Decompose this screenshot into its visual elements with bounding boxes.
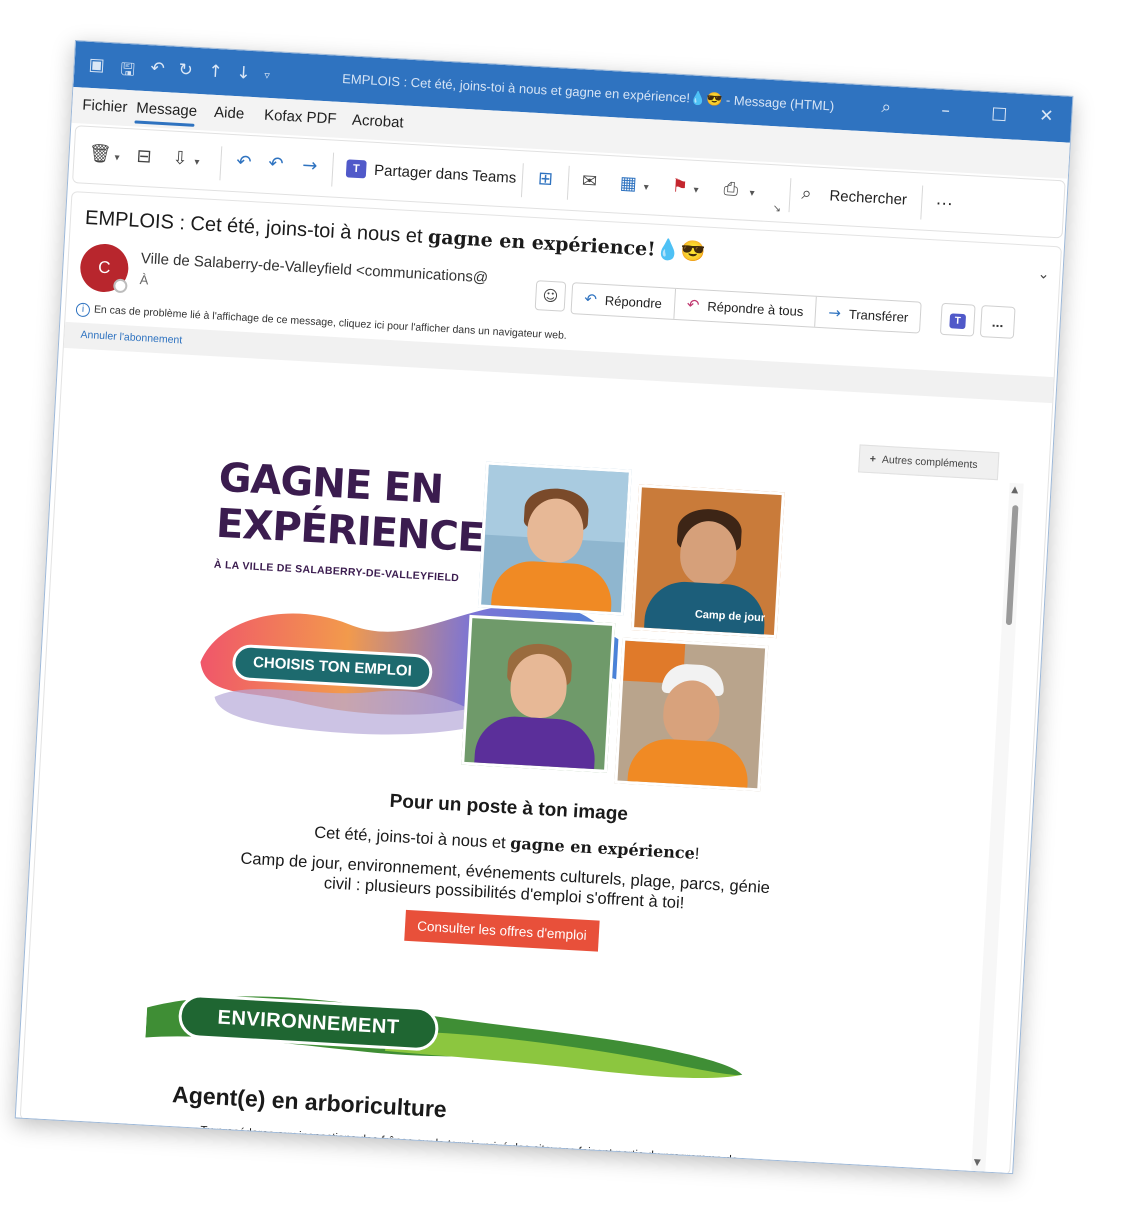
- smiley-icon: ☺: [542, 286, 559, 306]
- redo-icon[interactable]: ↻: [178, 60, 193, 81]
- message-actions: ↶ Répondre ↶ Répondre à tous → Transférer: [570, 282, 923, 334]
- undo-icon[interactable]: ↶: [150, 58, 165, 79]
- reply-icon[interactable]: ↶: [236, 151, 252, 173]
- teams-icon: T: [345, 159, 367, 179]
- environment-banner: ENVIRONNEMENT: [144, 978, 748, 1101]
- ribbon-expand-icon[interactable]: ↘: [772, 203, 781, 214]
- body-line1-end: !: [694, 844, 700, 864]
- teams-share-button[interactable]: T: [939, 302, 976, 337]
- forward-icon: →: [827, 303, 842, 323]
- react-emoji-button[interactable]: ☺: [534, 280, 567, 312]
- flag-chevron-icon[interactable]: ▾: [693, 185, 699, 196]
- apps-grid-icon[interactable]: ⊞: [537, 168, 553, 190]
- outlook-message-window: ▣ 🖫 ↶ ↻ ↑ ↓ ▿ EMPLOIS : Cet été, joins-t…: [14, 40, 1074, 1175]
- close-icon[interactable]: ✕: [1039, 106, 1054, 127]
- sender-name[interactable]: Ville de Salaberry-de-Valleyfield <commu…: [140, 250, 488, 286]
- message-pane: EMPLOIS : Cet été, joins-toi à nous et g…: [19, 191, 1063, 1175]
- reply-all-icon: ↶: [686, 295, 700, 315]
- subject-emoji: 💧😎: [654, 238, 706, 264]
- photo-vest: [489, 559, 614, 616]
- outlook-app-icon: ▣: [88, 54, 106, 76]
- print-chevron-icon[interactable]: ▾: [749, 188, 755, 199]
- photo-man-hard-hat: [614, 637, 769, 792]
- menu-kofax-pdf[interactable]: Kofax PDF: [264, 107, 337, 128]
- forward-label: Transférer: [848, 306, 909, 325]
- info-icon: i: [75, 302, 91, 318]
- active-tab-indicator: [134, 120, 195, 127]
- search-icon[interactable]: ⌕: [801, 183, 812, 205]
- ribbon-separator: [566, 165, 570, 200]
- ribbon-separator: [788, 178, 792, 213]
- subject-text: EMPLOIS : Cet été, joins-toi à nous et: [84, 206, 429, 248]
- categorize-chevron-icon[interactable]: ▾: [643, 182, 649, 193]
- more-actions-button[interactable]: ...: [979, 305, 1016, 339]
- move-dropdown-chevron-icon[interactable]: ▾: [194, 157, 200, 168]
- reply-all-button[interactable]: ↶ Répondre à tous: [674, 288, 818, 327]
- subject-bold-text: gagne en expérience!: [427, 226, 657, 261]
- delete-icon[interactable]: 🗑: [88, 143, 112, 165]
- delete-dropdown-chevron-icon[interactable]: ▾: [114, 152, 120, 163]
- photo-man-day-camp: Camp de jour: [630, 484, 785, 639]
- addins-button[interactable]: + Autres compléments: [858, 444, 1000, 481]
- menu-fichier[interactable]: Fichier: [82, 97, 128, 116]
- move-icon[interactable]: ⇩: [172, 148, 188, 170]
- scroll-down-icon[interactable]: ▼: [973, 1158, 980, 1168]
- menu-acrobat[interactable]: Acrobat: [351, 112, 404, 132]
- body-line1-text: Cet été, joins-toi à nous et: [313, 823, 511, 853]
- reply-label: Répondre: [604, 292, 663, 311]
- next-item-icon[interactable]: ↓: [236, 63, 251, 84]
- share-teams-button[interactable]: Partager dans Teams: [374, 162, 517, 187]
- ribbon-separator: [520, 163, 524, 198]
- maximize-icon[interactable]: □: [991, 103, 1008, 124]
- photo-woman-safety-vest: [477, 461, 632, 616]
- reply-all-label: Répondre à tous: [707, 298, 804, 319]
- photo-vest: [625, 737, 750, 792]
- screenshot-stage: ▣ 🖫 ↶ ↻ ↑ ↓ ▿ EMPLOIS : Cet été, joins-t…: [0, 0, 1124, 1212]
- categorize-icon[interactable]: ▦: [619, 173, 637, 195]
- menu-message[interactable]: Message: [136, 100, 198, 120]
- archive-icon[interactable]: ⊟: [136, 146, 152, 168]
- presence-indicator: [112, 278, 128, 294]
- forward-button[interactable]: → Transférer: [816, 297, 922, 333]
- print-save-icon[interactable]: ⎙: [723, 178, 739, 200]
- ribbon-separator: [920, 185, 924, 220]
- job-offers-button[interactable]: Consulter les offres d'emploi: [404, 909, 600, 952]
- read-unread-icon[interactable]: ✉: [581, 171, 597, 193]
- scroll-up-icon[interactable]: ▲: [1011, 485, 1018, 495]
- email-body-intro: Pour un poste à ton image Cet été, joins…: [152, 778, 859, 966]
- hero-banner: GAGNE EN EXPÉRIENCE À LA VILLE DE SALABE…: [191, 446, 808, 799]
- search-button[interactable]: Rechercher: [829, 187, 907, 208]
- reply-icon: ↶: [583, 289, 598, 309]
- to-label: À: [139, 271, 149, 288]
- minimize-icon[interactable]: –: [941, 100, 951, 120]
- save-icon[interactable]: 🖫: [120, 57, 136, 87]
- reply-button[interactable]: ↶ Répondre: [571, 283, 676, 319]
- unsubscribe-link[interactable]: Annuler l'abonnement: [80, 329, 182, 347]
- teams-icon: T: [949, 313, 967, 329]
- collapse-chevron-icon[interactable]: ⌄: [1037, 266, 1050, 283]
- ribbon-more-button[interactable]: …: [935, 188, 954, 210]
- photo-shirt: [472, 714, 597, 773]
- ribbon-separator: [219, 146, 223, 181]
- scrollbar[interactable]: ▲ ▼: [971, 482, 1024, 1173]
- flag-icon[interactable]: ⚑: [671, 176, 688, 198]
- photo-woman-purple-shirt: [461, 614, 616, 773]
- scrollbar-thumb[interactable]: [1005, 505, 1019, 626]
- ribbon-separator: [331, 152, 335, 187]
- reply-all-icon[interactable]: ↶: [268, 153, 284, 175]
- body-line1-bold: gagne en expérience: [509, 833, 696, 863]
- hero-title: GAGNE EN EXPÉRIENCE: [215, 455, 488, 562]
- plus-icon: +: [869, 453, 877, 466]
- previous-item-icon[interactable]: ↑: [208, 62, 223, 83]
- menu-aide[interactable]: Aide: [214, 104, 245, 123]
- addins-label: Autres compléments: [881, 453, 978, 472]
- search-icon[interactable]: ⌕: [881, 97, 892, 118]
- customize-toolbar-icon[interactable]: ▿: [264, 69, 270, 82]
- forward-icon[interactable]: →: [302, 155, 318, 177]
